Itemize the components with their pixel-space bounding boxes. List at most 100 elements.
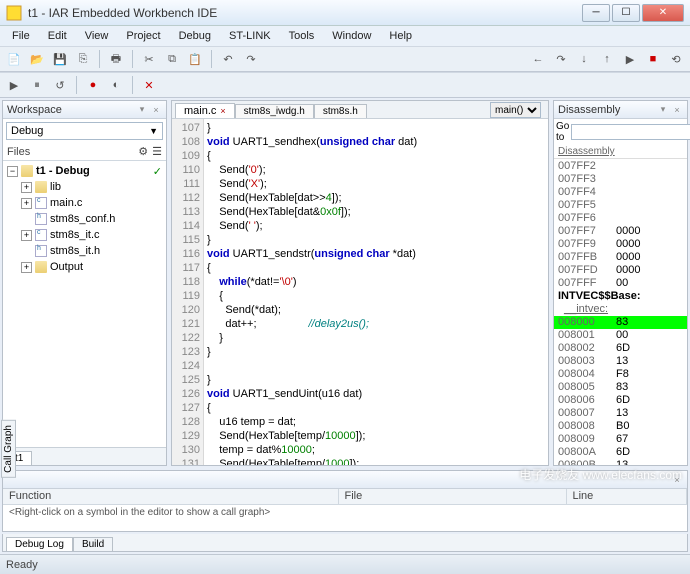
disasm-row[interactable]: INTVEC$$Base:: [554, 290, 687, 303]
separator: [211, 50, 212, 68]
function-selector[interactable]: main(): [486, 102, 545, 118]
goto-input[interactable]: [571, 124, 690, 140]
menu-stlink[interactable]: ST-LINK: [221, 28, 279, 44]
disasm-row[interactable]: 00800B13: [554, 459, 687, 465]
tab-debug-log[interactable]: Debug Log: [6, 537, 73, 551]
disasm-row[interactable]: 008008B0: [554, 420, 687, 433]
toggle-bp-icon[interactable]: ◐: [106, 75, 126, 95]
step-into-icon[interactable]: ↓: [574, 49, 594, 69]
disasm-row[interactable]: 00800083: [554, 316, 687, 329]
disasm-row[interactable]: 007FF70000: [554, 225, 687, 238]
workspace-panel: Workspace ▾× Debug ▼ Files ⚙☰ −t1 - Debu…: [2, 100, 167, 466]
disasm-list[interactable]: 007FF2007FF3007FF4007FF5007FF6007FF70000…: [554, 159, 687, 465]
disasm-row[interactable]: 007FF2: [554, 160, 687, 173]
config-selector[interactable]: Debug ▼: [6, 122, 163, 140]
tree-node[interactable]: −t1 - Debug✓: [7, 163, 162, 179]
disasm-row[interactable]: __intvec:: [554, 303, 687, 316]
breakpoint-icon[interactable]: ●: [83, 75, 103, 95]
reset2-icon[interactable]: ↺: [50, 75, 70, 95]
step-out-icon[interactable]: ↑: [597, 49, 617, 69]
line-gutter: 107 108 109 110 111 112 113 114 115 116 …: [172, 119, 204, 465]
code-view[interactable]: 107 108 109 110 111 112 113 114 115 116 …: [172, 119, 548, 465]
tree-node[interactable]: +Output: [7, 259, 162, 275]
disasm-row[interactable]: 0080026D: [554, 342, 687, 355]
disasm-row[interactable]: 00800713: [554, 407, 687, 420]
break-icon[interactable]: ⏸: [27, 75, 47, 95]
step-over-icon[interactable]: ↷: [551, 49, 571, 69]
tree-node[interactable]: +main.c: [7, 195, 162, 211]
nav-back-icon[interactable]: ←: [528, 49, 548, 69]
menu-view[interactable]: View: [77, 28, 117, 44]
undo-icon[interactable]: ↶: [218, 49, 238, 69]
disasm-row[interactable]: 008004F8: [554, 368, 687, 381]
menu-file[interactable]: File: [4, 28, 38, 44]
window-controls: ─ ☐ ✕: [582, 4, 684, 22]
disasm-row[interactable]: 00800583: [554, 381, 687, 394]
disasm-row[interactable]: 007FF6: [554, 212, 687, 225]
tree-node[interactable]: stm8s_it.h: [7, 243, 162, 259]
copy-icon[interactable]: ⧉: [162, 49, 182, 69]
cut-icon[interactable]: ✂: [139, 49, 159, 69]
tab-stm8s[interactable]: stm8s.h: [314, 104, 367, 118]
disasm-row[interactable]: 00800967: [554, 433, 687, 446]
pin-icon[interactable]: ▾: [657, 104, 669, 116]
disasm-row[interactable]: 0080066D: [554, 394, 687, 407]
minimize-button[interactable]: ─: [582, 4, 610, 22]
disasm-row[interactable]: 007FF4: [554, 186, 687, 199]
save-icon[interactable]: 💾: [50, 49, 70, 69]
workspace-tabs: t1: [3, 447, 166, 465]
col-files: Files: [7, 146, 30, 158]
fn-select[interactable]: main(): [490, 102, 541, 118]
bottom-tabs: Debug Log Build: [2, 534, 688, 552]
disasm-row[interactable]: 007FFB0000: [554, 251, 687, 264]
stop-debug-icon[interactable]: ✕: [139, 75, 159, 95]
reset-icon[interactable]: ⟲: [666, 49, 686, 69]
disasm-row[interactable]: 007FF90000: [554, 238, 687, 251]
tab-main-c[interactable]: main.c×: [175, 103, 235, 118]
menu-project[interactable]: Project: [118, 28, 168, 44]
close-pane-icon[interactable]: ×: [671, 104, 683, 116]
config-value: Debug: [11, 125, 43, 137]
disasm-row[interactable]: 00800313: [554, 355, 687, 368]
disasm-row[interactable]: 00800A6D: [554, 446, 687, 459]
window-title: t1 - IAR Embedded Workbench IDE: [28, 6, 582, 20]
new-icon[interactable]: 📄: [4, 49, 24, 69]
status-text: Ready: [6, 559, 38, 571]
disassembly-panel: Disassembly ▾× Go to Memory Disassembly …: [553, 100, 688, 466]
disasm-row[interactable]: 007FF3: [554, 173, 687, 186]
close-pane-icon[interactable]: ×: [671, 474, 683, 486]
close-pane-icon[interactable]: ×: [150, 104, 162, 116]
redo-icon[interactable]: ↷: [241, 49, 261, 69]
paste-icon[interactable]: 📋: [185, 49, 205, 69]
menu-window[interactable]: Window: [324, 28, 379, 44]
pin-icon[interactable]: ▾: [136, 104, 148, 116]
stop-icon[interactable]: ■: [643, 49, 663, 69]
tab-close-icon[interactable]: ×: [220, 106, 225, 116]
call-graph-tab[interactable]: Call Graph: [1, 420, 16, 478]
tree-node[interactable]: stm8s_conf.h: [7, 211, 162, 227]
close-button[interactable]: ✕: [642, 4, 684, 22]
menu-tools[interactable]: Tools: [281, 28, 323, 44]
open-icon[interactable]: 📂: [27, 49, 47, 69]
tree-node[interactable]: +stm8s_it.c: [7, 227, 162, 243]
disasm-row[interactable]: 007FFD0000: [554, 264, 687, 277]
tab-iwdg[interactable]: stm8s_iwdg.h: [235, 104, 314, 118]
disasm-row[interactable]: 00800100: [554, 329, 687, 342]
disasm-row[interactable]: 007FF5: [554, 199, 687, 212]
tab-build[interactable]: Build: [73, 537, 113, 551]
maximize-button[interactable]: ☐: [612, 4, 640, 22]
run-icon[interactable]: ▶: [620, 49, 640, 69]
toolbar-debug: ▶ ⏸ ↺ ● ◐ ✕: [0, 72, 690, 98]
file-tree[interactable]: −t1 - Debug✓+lib+main.cstm8s_conf.h+stm8…: [3, 161, 166, 447]
disasm-row[interactable]: 007FFF00: [554, 277, 687, 290]
save-all-icon[interactable]: ⎘: [73, 49, 93, 69]
code-content[interactable]: } void UART1_sendhex(unsigned char dat) …: [204, 119, 548, 465]
print-icon[interactable]: 🖶: [106, 49, 126, 69]
main-area: Workspace ▾× Debug ▼ Files ⚙☰ −t1 - Debu…: [0, 98, 690, 468]
editor-tabs: main.c× stm8s_iwdg.h stm8s.h main(): [172, 101, 548, 119]
menu-edit[interactable]: Edit: [40, 28, 75, 44]
tree-node[interactable]: +lib: [7, 179, 162, 195]
go-icon[interactable]: ▶: [4, 75, 24, 95]
menu-debug[interactable]: Debug: [171, 28, 219, 44]
menu-help[interactable]: Help: [381, 28, 420, 44]
